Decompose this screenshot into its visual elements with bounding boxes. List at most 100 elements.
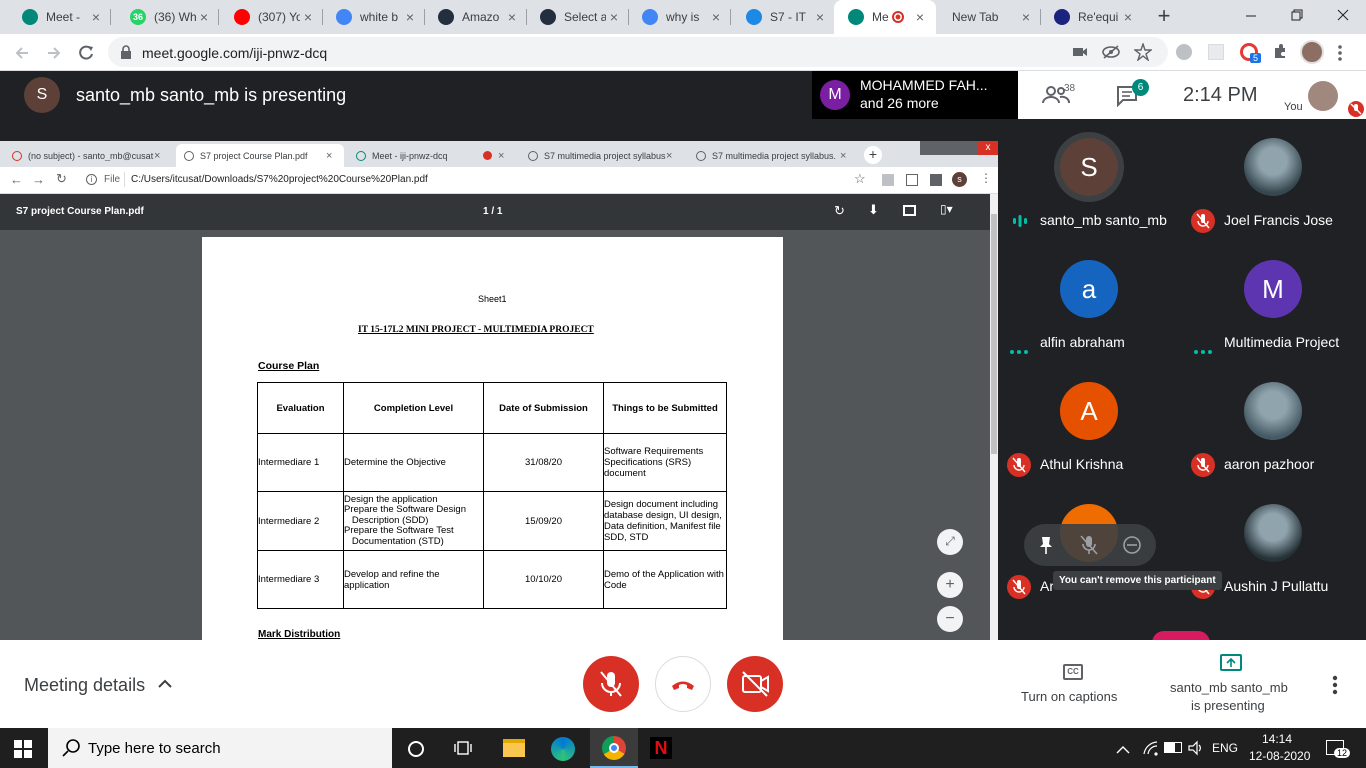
meet-top-bar: S santo_mb santo_mb is presenting M MOHA… <box>0 71 1366 119</box>
doc-heading: IT 15-17L2 MINI PROJECT - MULTIMEDIA PRO… <box>358 325 594 335</box>
table-cell: Develop and refine the application <box>343 550 484 609</box>
extension-badge-icon[interactable]: 5 <box>1240 43 1262 63</box>
close-tab-icon[interactable]: × <box>300 9 316 25</box>
mic-off-icon <box>1191 453 1215 477</box>
tray-chevron-icon[interactable] <box>1116 742 1130 754</box>
shared-close-tab-icon: × <box>498 149 505 162</box>
taskbar-search-box[interactable]: Type here to search <box>48 728 392 768</box>
captions-button[interactable]: CC Turn on captions <box>1010 662 1136 706</box>
browser-tab[interactable]: Meet - × <box>8 0 112 34</box>
pdf-zoom-out-icon: − <box>937 606 963 632</box>
participant-tile[interactable]: aaron pazhoor <box>1182 363 1366 485</box>
participant-tile[interactable]: M Multimedia Project <box>1182 241 1366 363</box>
shared-browser-window: (no subject) - santo_mb@cusat... × S7 proj… <box>0 141 998 640</box>
close-tab-icon[interactable]: × <box>504 9 520 25</box>
extension-compass-icon[interactable] <box>1176 44 1192 60</box>
close-tab-icon[interactable]: × <box>1018 9 1034 25</box>
leave-call-button[interactable] <box>655 656 711 712</box>
browser-tab[interactable]: (307) Yo × <box>220 0 324 34</box>
featured-name: MOHAMMED FAH... <box>860 77 988 93</box>
browser-tab[interactable]: S7 - IT × <box>732 0 836 34</box>
table-header-row: Evaluation Completion Level Date of Subm… <box>257 382 727 434</box>
shared-scrollbar <box>990 194 998 640</box>
new-tab-button[interactable]: + <box>1152 5 1176 29</box>
forward-icon[interactable] <box>44 43 64 63</box>
profile-avatar[interactable] <box>1300 40 1324 64</box>
extensions-puzzle-icon[interactable] <box>1272 43 1288 59</box>
task-view-icon[interactable] <box>454 740 472 756</box>
chrome-taskbar-button[interactable] <box>590 728 638 768</box>
browser-tab-label: Re'equi <box>1078 10 1119 24</box>
bookmark-star-icon[interactable] <box>1133 41 1153 63</box>
participant-name: alfin abraham <box>1040 334 1125 350</box>
shared-close-tab-icon: × <box>154 149 161 162</box>
windows-start-icon[interactable] <box>14 740 32 758</box>
table-cell: 10/10/20 <box>483 550 604 609</box>
cortana-icon[interactable] <box>408 741 424 757</box>
google-icon <box>642 9 658 25</box>
close-tab-icon[interactable]: × <box>402 9 418 25</box>
participant-tile[interactable]: Ssanto_mb santo_mb <box>998 119 1182 241</box>
presenting-button[interactable]: santo_mb santo_mb is presenting <box>1160 654 1300 714</box>
browser-tab[interactable]: New Tab × <box>938 0 1042 34</box>
browser-tab[interactable]: Amazo × <box>424 0 528 34</box>
taskbar-time[interactable]: 14:14 <box>1262 732 1292 746</box>
close-tab-icon[interactable]: × <box>912 9 928 25</box>
reload-icon[interactable] <box>76 43 96 63</box>
taskbar-date[interactable]: 12-08-2020 <box>1249 749 1310 763</box>
search-placeholder: Type here to search <box>88 740 221 757</box>
address-bar[interactable]: meet.google.com/iji-pnwz-dcq <box>108 37 1168 67</box>
mic-off-icon <box>1007 453 1031 477</box>
browser-tab[interactable]: Select a × <box>526 0 630 34</box>
browser-tab[interactable]: Re'equi × <box>1040 0 1144 34</box>
mic-toggle-button[interactable] <box>583 656 639 712</box>
browser-tab[interactable]: Me × <box>834 0 936 34</box>
volume-icon[interactable] <box>1188 740 1204 756</box>
close-tab-icon[interactable]: × <box>88 9 104 25</box>
meet-bottom-bar: Meeting details CC Turn on captions sant… <box>0 640 1366 728</box>
participant-avatar: S <box>1060 138 1118 196</box>
shared-close-tab-icon: × <box>666 149 673 162</box>
mute-participant-icon[interactable] <box>1076 532 1102 558</box>
minimize-button[interactable] <box>1236 6 1266 26</box>
participant-tile[interactable]: a alfin abraham <box>998 241 1182 363</box>
netflix-icon[interactable]: N <box>650 737 672 759</box>
chrome-menu-icon[interactable] <box>1336 44 1344 62</box>
featured-speaker-card[interactable]: M MOHAMMED FAH... and 26 more <box>812 71 1018 119</box>
participant-tile[interactable]: Joel Francis Jose <box>1182 119 1366 241</box>
battery-icon[interactable] <box>1164 742 1182 753</box>
browser-tab[interactable]: why is × <box>628 0 732 34</box>
browser-tab-label: (36) Wh <box>154 10 196 24</box>
browser-tab[interactable]: 36 (36) Wh × <box>116 0 220 34</box>
language-indicator[interactable]: ENG <box>1212 741 1238 755</box>
participant-avatar: a <box>1060 260 1118 318</box>
eye-off-icon[interactable] <box>1102 44 1120 60</box>
participant-tile[interactable]: A Athul Krishna <box>998 363 1182 485</box>
mic-off-icon <box>1191 209 1215 233</box>
browser-tab[interactable]: white b × <box>322 0 426 34</box>
close-tab-icon[interactable]: × <box>196 9 212 25</box>
close-tab-icon[interactable]: × <box>606 9 622 25</box>
extension-grid-icon[interactable] <box>1208 44 1224 60</box>
camera-toggle-button[interactable] <box>727 656 783 712</box>
participant-avatar: M <box>1244 260 1302 318</box>
table-header: Date of Submission <box>483 382 604 434</box>
meeting-details-button[interactable]: Meeting details <box>24 674 173 696</box>
pin-icon[interactable] <box>1036 535 1056 555</box>
table-cell: Software Requirements Specifications (SR… <box>603 433 727 492</box>
back-icon[interactable] <box>12 43 32 63</box>
edge-icon[interactable] <box>551 737 575 761</box>
close-tab-icon[interactable]: × <box>708 9 724 25</box>
close-tab-icon[interactable]: × <box>812 9 828 25</box>
camera-icon[interactable] <box>1072 45 1088 59</box>
shared-browser-tab: S7 project Course Plan.pdf × <box>176 144 344 167</box>
browser-tab-label: (307) Yo <box>258 10 300 24</box>
file-explorer-icon[interactable] <box>503 739 525 757</box>
more-options-icon[interactable] <box>1328 674 1342 696</box>
wifi-icon[interactable] <box>1142 740 1158 756</box>
remove-participant-icon[interactable] <box>1122 535 1142 555</box>
close-window-button[interactable] <box>1328 6 1358 26</box>
close-tab-icon[interactable]: × <box>1120 9 1136 25</box>
presenter-avatar: S <box>24 77 60 113</box>
restore-button[interactable] <box>1282 6 1312 26</box>
